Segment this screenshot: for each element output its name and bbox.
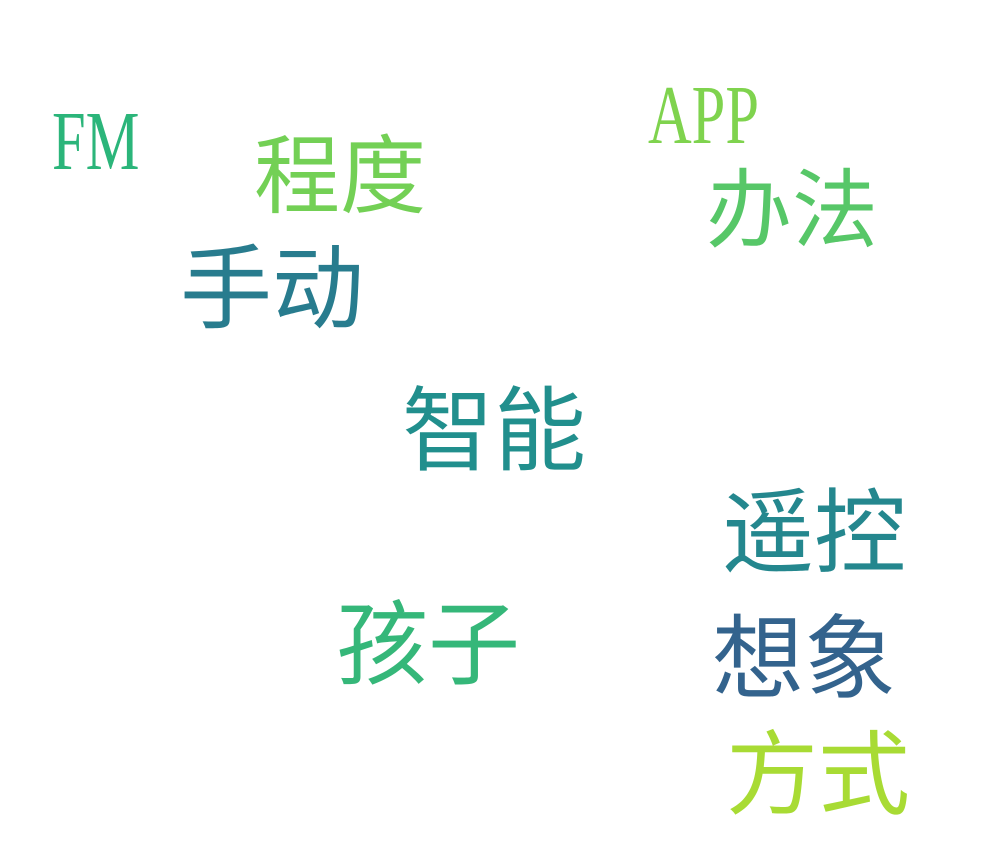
word-zhineng: 智能 (402, 378, 587, 485)
word-shoudong: 手动 (180, 236, 365, 343)
word-haizi: 孩子 (336, 592, 521, 699)
word-fm: FM (52, 95, 140, 188)
word-chengdu: 程度 (254, 127, 426, 227)
word-fangshi: 方式 (726, 722, 911, 829)
word-xiangxiang: 想象 (712, 606, 897, 713)
word-banfa: 办法 (706, 161, 878, 261)
word-app: APP (648, 69, 759, 162)
word-yaokong: 遥控 (722, 480, 907, 587)
word-cloud: FM APP 程度 办法 手动 智能 遥控 孩子 想象 方式 (0, 0, 1000, 860)
